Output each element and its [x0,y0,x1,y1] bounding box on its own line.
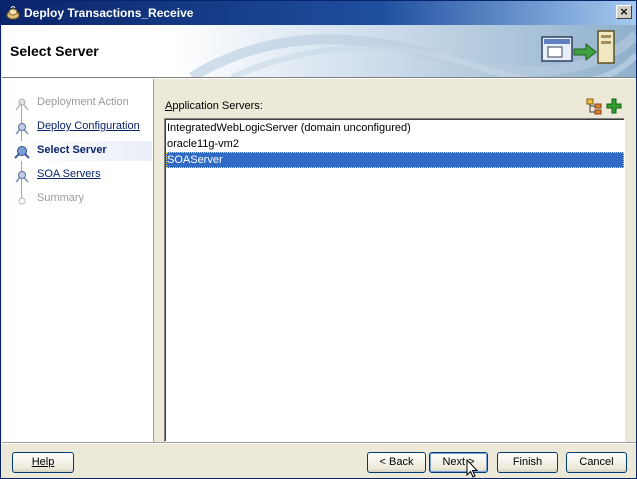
step-node-icon [15,171,29,183]
server-hierarchy-icon[interactable] [585,97,603,115]
close-icon: × [619,5,629,18]
step-node-icon [18,197,26,205]
page-title: Select Server [10,43,99,59]
footer-divider [2,442,636,444]
step-soa-servers[interactable]: SOA Servers [12,165,152,185]
cancel-label: Cancel [579,456,614,468]
list-item[interactable]: oracle11g-vm2 [166,136,624,152]
title-bar[interactable]: Deploy Transactions_Receive × [1,1,636,25]
step-deploy-configuration[interactable]: Deploy Configuration [12,117,152,137]
application-servers-label: Application Servers: [165,100,263,112]
wizard-steps-nav: Deployment Action Deploy Configuration S… [2,79,154,442]
label-text: pplication Servers: [172,100,263,112]
step-label: Deployment Action [37,96,129,108]
finish-button[interactable]: Finish [497,452,558,473]
step-label: Summary [37,192,85,204]
application-servers-list[interactable]: IntegratedWebLogicServer (domain unconfi… [164,118,625,442]
back-button[interactable]: < Back [367,452,426,473]
deploy-dialog: Deploy Transactions_Receive × Select Ser… [0,0,637,479]
help-label: Help [31,456,55,468]
window-title: Deploy Transactions_Receive [24,6,194,20]
step-node-icon [15,98,29,111]
back-label: < Back [379,456,414,468]
step-node-icon [14,146,30,159]
step-label[interactable]: Deploy Configuration [37,120,140,132]
list-item[interactable]: SOAServer [166,152,624,168]
add-server-icon[interactable] [605,97,623,115]
wizard-header: Select Server [2,25,636,77]
close-button[interactable]: × [616,5,632,19]
cancel-button[interactable]: Cancel [566,452,627,473]
step-node-icon [15,123,29,135]
step-label[interactable]: SOA Servers [37,168,101,180]
help-button[interactable]: Help [12,452,74,473]
mouse-cursor-icon [466,459,479,478]
finish-label: Finish [512,456,543,468]
list-item[interactable]: IntegratedWebLogicServer (domain unconfi… [166,120,624,136]
app-icon [6,6,20,20]
step-summary: Summary [12,189,152,209]
step-deployment-action: Deployment Action [12,93,152,113]
header-banner-graphic [172,25,636,77]
step-label: Select Server [37,144,107,156]
step-select-server: Select Server [12,141,152,161]
